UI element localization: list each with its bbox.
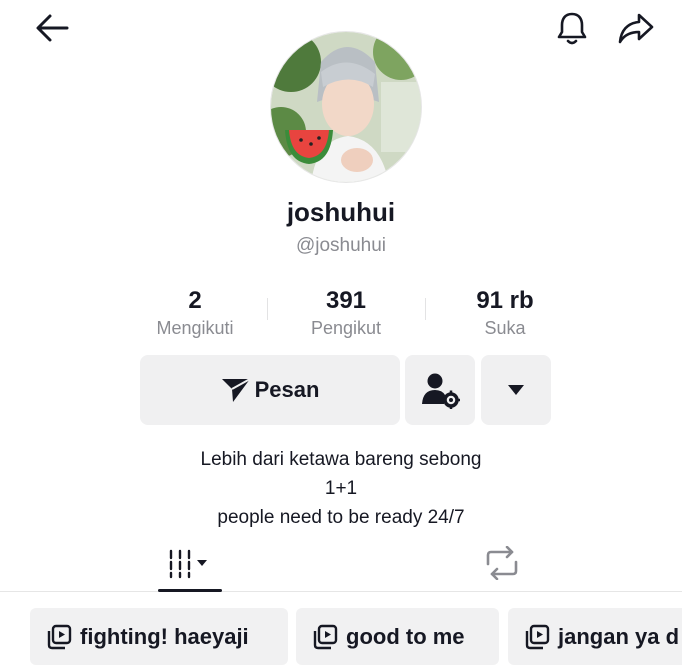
share-button[interactable] (612, 8, 660, 48)
more-options-button[interactable] (481, 355, 551, 425)
avatar[interactable] (270, 31, 422, 183)
stat-following[interactable]: 2 Mengikuti (130, 286, 260, 340)
playlist-chip[interactable]: jangan ya d (508, 608, 682, 665)
message-button[interactable]: Pesan (140, 355, 400, 425)
bell-icon (557, 12, 587, 45)
bio-line: 1+1 (324, 478, 358, 499)
username-handle: @joshuhui (295, 235, 387, 256)
bio-line: Lebih dari ketawa bareng sebong (200, 449, 482, 470)
following-count: 2 (188, 287, 202, 314)
caret-down-icon (508, 385, 524, 395)
notification-button[interactable] (550, 8, 594, 48)
profile-stats: 2 Mengikuti 391 Pengikut 91 rb Suka (130, 286, 570, 346)
friend-settings-button[interactable] (405, 355, 475, 425)
user-gear-icon (422, 373, 460, 409)
playlist-icon (47, 624, 72, 649)
likes-count: 91 rb (476, 287, 534, 314)
grid-bars-icon (169, 549, 207, 579)
stat-likes[interactable]: 91 rb Suka (440, 286, 570, 340)
tab-videos[interactable] (158, 535, 222, 592)
playlist-chip[interactable]: fighting! haeyaji (30, 608, 288, 665)
active-tab-indicator (158, 589, 222, 592)
display-name: joshuhui (286, 197, 396, 227)
playlist-title: fighting! haeyaji (80, 623, 249, 649)
tab-reposts[interactable] (470, 535, 534, 591)
following-label: Mengikuti (156, 318, 234, 338)
share-arrow-icon (618, 13, 654, 44)
content-tabs (0, 535, 682, 592)
bio-line: people need to be ready 24/7 (217, 507, 465, 528)
playlist-row: fighting! haeyaji good to me jangan ya d (0, 608, 682, 665)
stat-divider (425, 298, 426, 320)
message-button-label: Pesan (254, 377, 320, 402)
back-button[interactable] (28, 8, 76, 48)
playlist-title: good to me (346, 623, 465, 649)
playlist-icon (313, 624, 338, 649)
followers-label: Pengikut (310, 318, 382, 338)
playlist-chip[interactable]: good to me (296, 608, 499, 665)
send-icon (221, 378, 251, 402)
repost-icon (486, 546, 518, 580)
stat-divider (267, 298, 268, 320)
likes-label: Suka (484, 318, 526, 338)
followers-count: 391 (325, 287, 367, 314)
profile-photo (271, 32, 421, 182)
profile-bio: Lebih dari ketawa bareng sebong 1+1 peop… (0, 445, 682, 532)
stat-followers[interactable]: 391 Pengikut (281, 286, 411, 340)
playlist-title: jangan ya d (558, 623, 680, 649)
arrow-left-icon (36, 14, 69, 42)
playlist-icon (525, 624, 550, 649)
